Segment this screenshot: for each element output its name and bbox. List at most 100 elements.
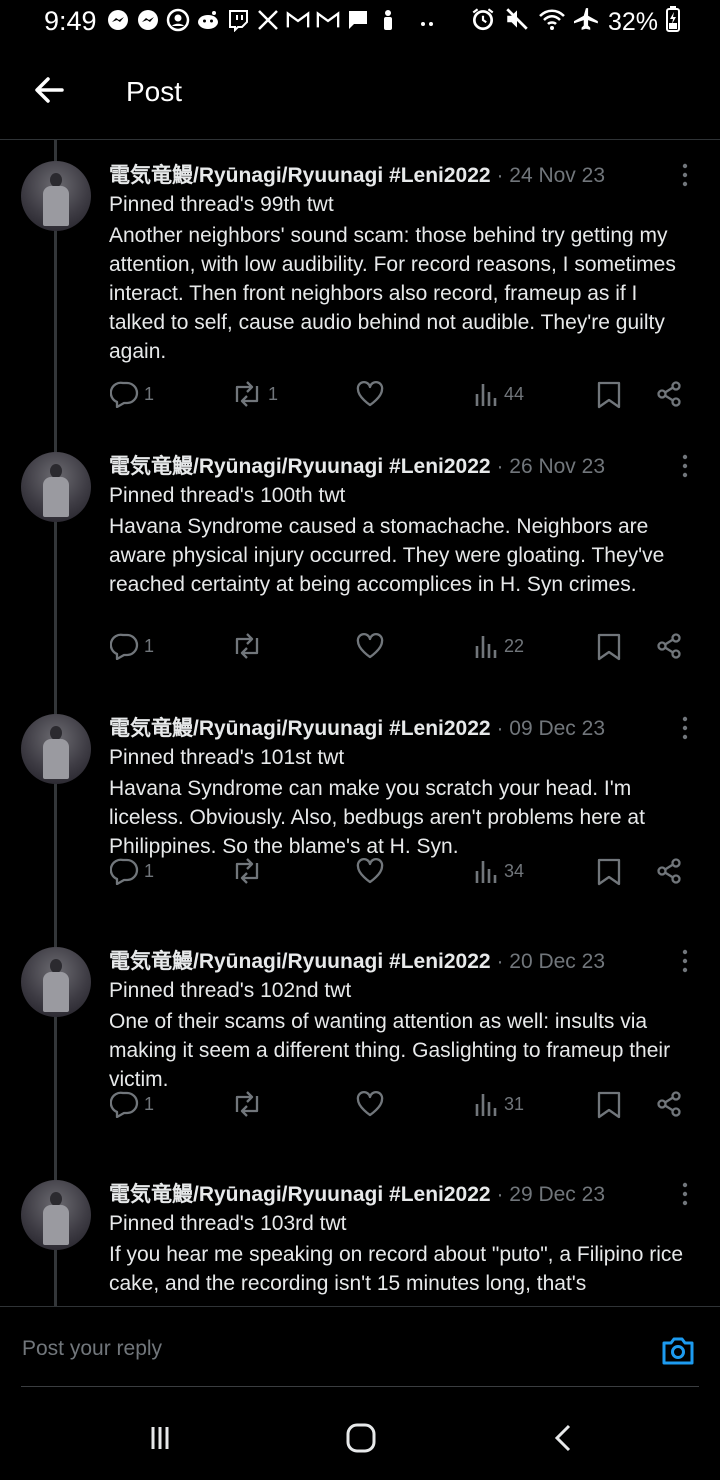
more-options-button[interactable] [672,453,698,479]
reply-count: 1 [144,635,155,656]
more-vertical-icon [672,1182,698,1211]
system-nav-bar [0,1390,720,1480]
post-date[interactable]: · 26 Nov 23 [496,455,605,478]
author-name[interactable]: 電気竜鰻/Ryūnagi/Ryuunagi #Leni2022 [109,455,491,478]
avatar[interactable] [21,161,91,231]
page-title: Post [126,76,183,107]
alarm-icon [470,6,496,39]
post-actions: 1 1 44 [0,380,720,420]
like-button[interactable] [355,857,389,885]
more-vertical-icon [672,454,698,483]
view-count: 22 [504,635,525,656]
author-name[interactable]: 電気竜鰻/Ryūnagi/Ryuunagi #Leni2022 [109,950,491,973]
battery-percent: 32% [607,8,658,36]
like-button[interactable] [355,632,389,660]
bookmark-icon [596,857,622,887]
repost-button[interactable] [230,857,268,885]
thread-post[interactable]: 電気竜鰻/Ryūnagi/Ryuunagi #Leni2022 · 24 Nov… [0,140,720,440]
post-meta: 電気竜鰻/Ryūnagi/Ryuunagi #Leni2022 · 29 Dec… [109,1178,605,1208]
bookmark-button[interactable] [596,380,622,410]
more-options-button[interactable] [672,948,698,974]
recents-button[interactable] [140,1420,180,1456]
post-meta: 電気竜鰻/Ryūnagi/Ryuunagi #Leni2022 · 20 Dec… [109,945,605,975]
messenger-icon [106,8,130,32]
repost-button[interactable]: 1 [230,380,278,408]
reply-input-underline [21,1386,699,1387]
share-button[interactable] [655,857,683,885]
more-options-button[interactable] [672,715,698,741]
gmail-icon [316,8,340,32]
more-options-button[interactable] [672,162,698,188]
more-options-button[interactable] [672,1181,698,1207]
thread-post[interactable]: 電気竜鰻/Ryūnagi/Ryuunagi #Leni2022 · 26 Nov… [0,431,720,731]
bookmark-button[interactable] [596,632,622,662]
bookmark-button[interactable] [596,857,622,887]
author-name[interactable]: 電気竜鰻/Ryūnagi/Ryuunagi #Leni2022 [109,164,491,187]
post-text: One of their scams of wanting attention … [109,1010,671,1091]
views-button[interactable]: 31 [474,1090,524,1118]
view-count: 31 [504,1093,525,1114]
views-button[interactable]: 34 [474,857,524,885]
post-subtitle: Pinned thread's 102nd twt [109,979,352,1002]
back-icon [554,1424,571,1452]
back-button[interactable] [30,70,70,110]
author-name[interactable]: 電気竜鰻/Ryūnagi/Ryuunagi #Leni2022 [109,717,491,740]
x-icon [256,8,280,32]
post-actions: 1 22 [0,632,720,672]
repost-button[interactable] [230,632,268,660]
share-icon [655,380,683,408]
reply-count: 1 [144,1093,155,1114]
repost-count: 1 [268,383,279,404]
avatar[interactable] [21,1180,91,1250]
repost-button[interactable] [230,1090,268,1118]
reply-button[interactable]: 1 [110,632,154,660]
repost-icon [230,1090,264,1118]
share-button[interactable] [655,1090,683,1118]
post-meta: 電気竜鰻/Ryūnagi/Ryuunagi #Leni2022 · 26 Nov… [109,450,605,480]
post-date[interactable]: · 24 Nov 23 [496,164,605,187]
author-name[interactable]: 電気竜鰻/Ryūnagi/Ryuunagi #Leni2022 [109,1183,491,1206]
bookmark-icon [596,632,622,662]
like-button[interactable] [355,380,389,408]
like-button[interactable] [355,1090,389,1118]
avatar[interactable] [21,452,91,522]
post-subtitle: Pinned thread's 99th twt [109,193,334,216]
reply-count: 1 [144,860,155,881]
camera-button[interactable] [660,1335,696,1367]
account-icon [166,8,190,32]
post-date[interactable]: · 09 Dec 23 [496,717,605,740]
airplane-icon [573,6,600,39]
system-status-icons: 32% [470,6,680,39]
post-subtitle: Pinned thread's 103rd twt [109,1212,347,1235]
avatar[interactable] [21,947,91,1017]
share-button[interactable] [655,632,683,660]
avatar[interactable] [21,714,91,784]
reply-button[interactable]: 1 [110,380,154,408]
camera-icon [662,1337,694,1365]
status-bar: 9:49 32% [0,0,720,44]
reply-button[interactable]: 1 [110,857,154,885]
thread-feed[interactable]: 電気竜鰻/Ryūnagi/Ryuunagi #Leni2022 · 24 Nov… [0,140,720,1306]
post-subtitle: Pinned thread's 100th twt [109,484,346,507]
reddit-icon [196,8,220,32]
reply-icon [110,380,140,408]
post-text: Havana Syndrome caused a stomachache. Ne… [109,515,665,596]
thread-post[interactable]: 電気竜鰻/Ryūnagi/Ryuunagi #Leni2022 · 29 Dec… [0,1159,720,1306]
nav-back-button[interactable] [544,1420,584,1456]
reply-button[interactable]: 1 [110,1090,154,1118]
reply-input[interactable]: Post your reply [22,1337,162,1361]
bookmark-button[interactable] [596,1090,622,1120]
views-icon [474,632,500,660]
views-button[interactable]: 44 [474,380,524,408]
post-date[interactable]: · 29 Dec 23 [496,1183,605,1206]
share-button[interactable] [655,380,683,408]
bookmark-icon [596,1090,622,1120]
home-button[interactable] [341,1420,381,1456]
views-button[interactable]: 22 [474,632,524,660]
view-count: 44 [504,383,525,404]
views-icon [474,857,500,885]
views-icon [474,1090,500,1118]
post-date[interactable]: · 20 Dec 23 [496,950,605,973]
post-meta: 電気竜鰻/Ryūnagi/Ryuunagi #Leni2022 · 09 Dec… [109,712,605,742]
share-icon [655,857,683,885]
